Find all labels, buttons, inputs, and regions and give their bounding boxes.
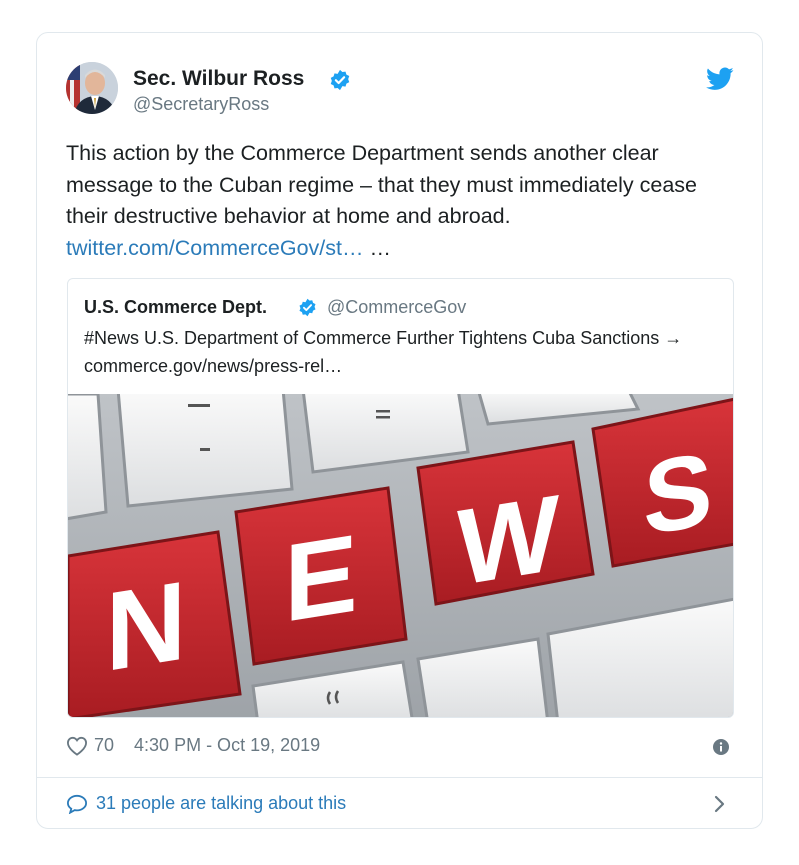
avatar[interactable] (66, 62, 118, 114)
heart-icon[interactable] (66, 736, 88, 756)
key-letter-n: N (106, 557, 187, 695)
chevron-right-icon[interactable] (713, 794, 727, 814)
tweet-body: This action by the Commerce Department s… (66, 141, 697, 228)
conversation-label: 31 people are talking about this (96, 793, 347, 813)
author-handle[interactable]: @SecretaryRoss (133, 94, 269, 115)
like-count[interactable]: 70 (94, 735, 114, 756)
key-letter-e: E (284, 512, 357, 646)
news-keyboard-image[interactable]: N E W S (68, 394, 734, 718)
tweet-link[interactable]: twitter.com/CommerceGov/st… (66, 236, 363, 260)
verified-badge-icon (299, 298, 316, 317)
tweet-card: Sec. Wilbur Ross @SecretaryRoss This act… (36, 32, 763, 829)
key-letter-w: W (457, 473, 559, 609)
verified-badge-icon (330, 69, 350, 91)
tweet-ellipsis: … (369, 235, 391, 260)
quoted-text: #News U.S. Department of Commerce Furthe… (84, 328, 683, 376)
conversation-link[interactable]: 31 people are talking about this (66, 793, 346, 814)
quoted-author-name[interactable]: U.S. Commerce Dept. (84, 297, 267, 318)
speech-bubble-icon (66, 794, 88, 814)
timestamp[interactable]: 4:30 PM - Oct 19, 2019 (134, 735, 320, 756)
quoted-tweet[interactable]: U.S. Commerce Dept. @CommerceGov #News U… (67, 278, 734, 718)
author-name[interactable]: Sec. Wilbur Ross (133, 67, 304, 91)
twitter-bird-icon[interactable] (706, 67, 734, 91)
info-icon[interactable] (713, 739, 729, 755)
quoted-author-handle[interactable]: @CommerceGov (327, 297, 466, 318)
tweet-meta: 70 4:30 PM - Oct 19, 2019 (66, 735, 320, 756)
key-letter-s: S (643, 430, 712, 557)
divider (37, 777, 762, 778)
tweet-text: This action by the Commerce Department s… (66, 138, 736, 264)
